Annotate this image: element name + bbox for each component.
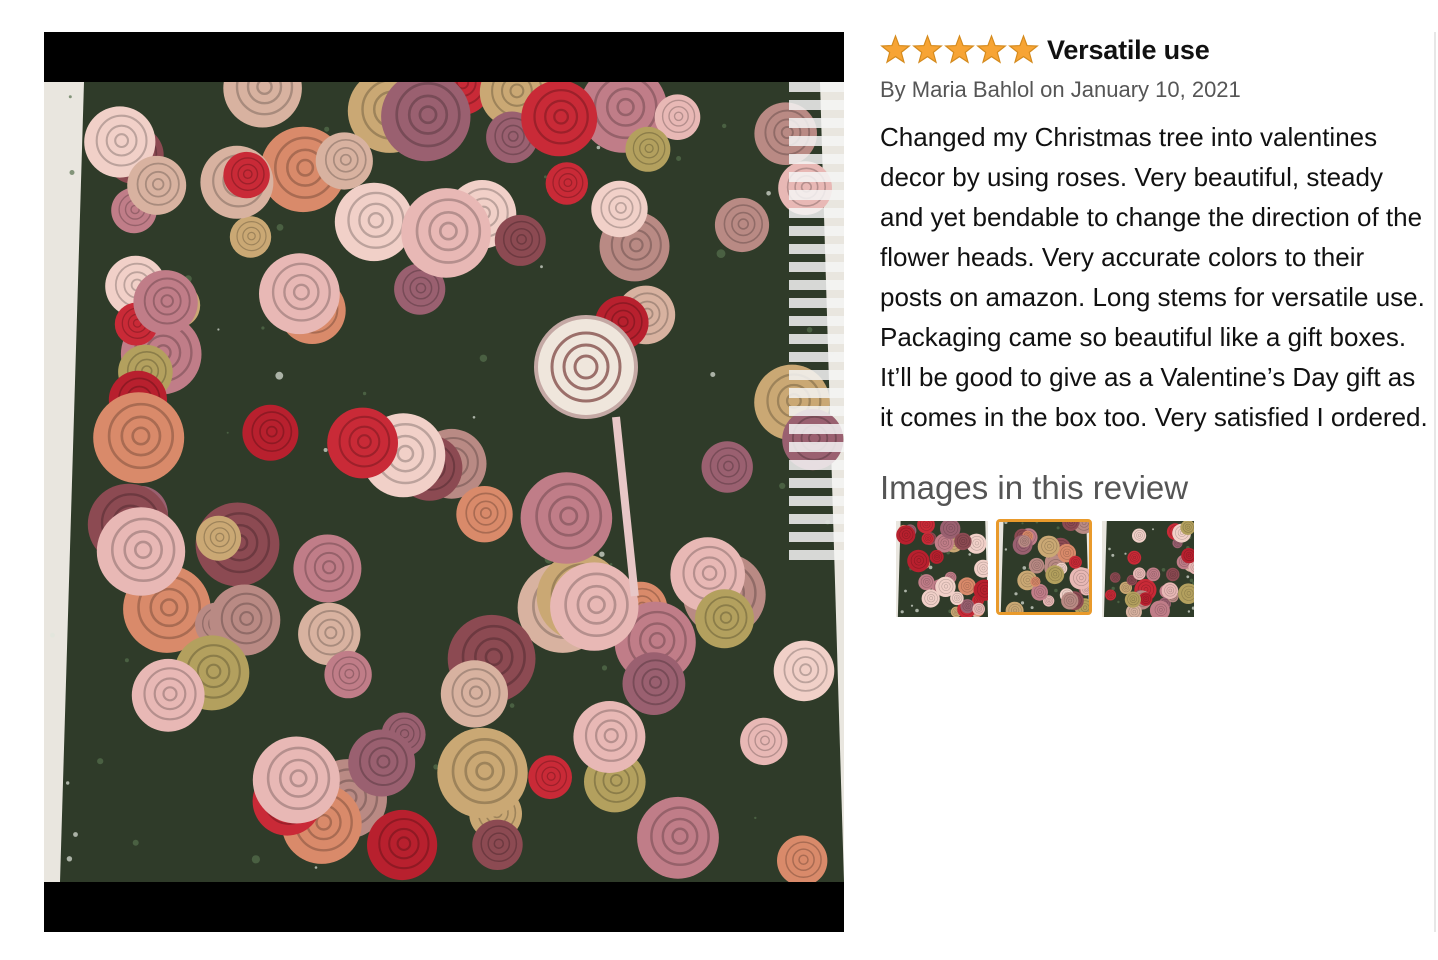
- star-rating: [880, 34, 1039, 66]
- review-photo-main[interactable]: [44, 82, 844, 882]
- star-icon: [1008, 34, 1039, 66]
- thumbnail-3[interactable]: [1102, 521, 1194, 617]
- panel-divider: [1434, 32, 1436, 932]
- review-header: Versatile use: [880, 32, 1428, 68]
- star-icon: [976, 34, 1007, 66]
- review-body: Changed my Christmas tree into valentine…: [880, 122, 1428, 432]
- review-title: Versatile use: [1047, 34, 1210, 65]
- review-byline: By Maria Bahlol on January 10, 2021: [880, 77, 1241, 102]
- images-heading: Images in this review: [880, 469, 1189, 506]
- star-icon: [912, 34, 943, 66]
- review-panel: Versatile use By Maria Bahlol on January…: [880, 32, 1428, 619]
- thumbnail-1[interactable]: [896, 521, 988, 617]
- star-icon: [944, 34, 975, 66]
- star-icon: [880, 34, 911, 66]
- image-viewer: [44, 32, 844, 932]
- thumbnail-2[interactable]: [996, 519, 1092, 615]
- review-image-viewer: Versatile use By Maria Bahlol on January…: [0, 0, 1438, 960]
- thumbnail-strip: [880, 519, 1428, 619]
